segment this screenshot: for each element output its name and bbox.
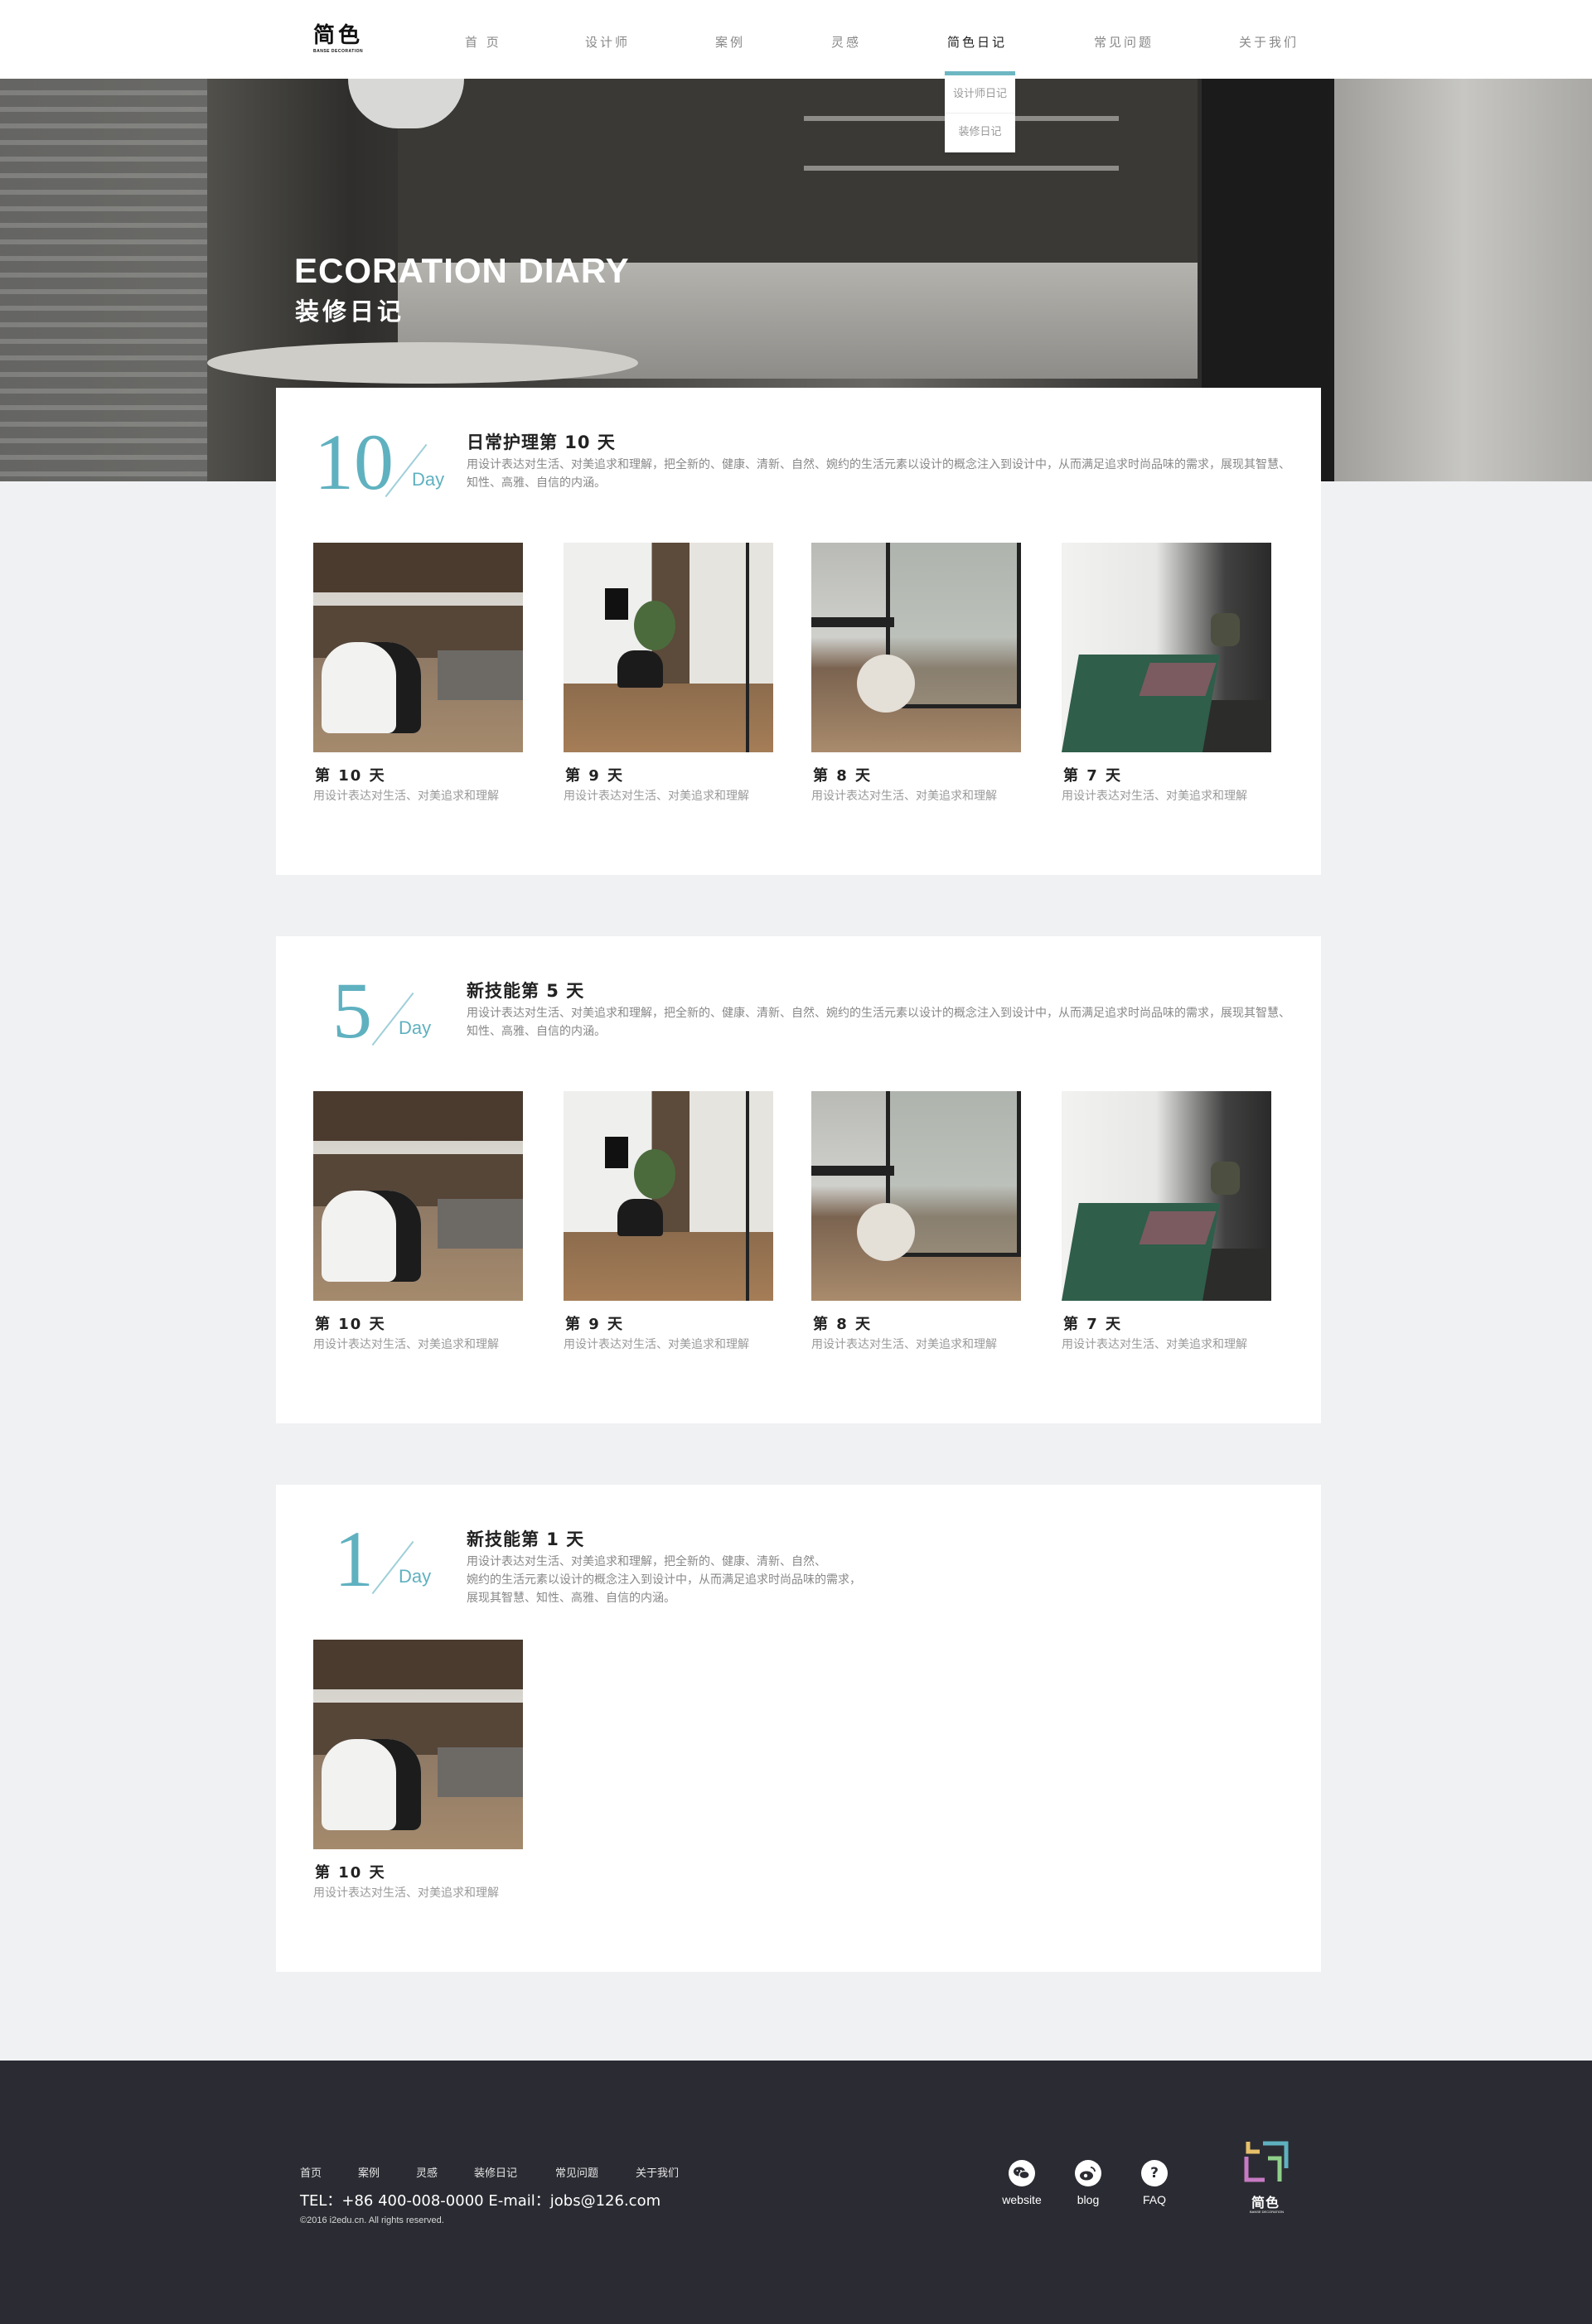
logo-text: 简色 xyxy=(313,23,364,48)
item-subtitle: 用设计表达对生活、对美追求和理解 xyxy=(811,1338,997,1351)
day-number: 5 xyxy=(332,966,372,1055)
living-room-image[interactable] xyxy=(313,1640,523,1849)
diary-card: 10 Day 日常护理第 10 天 用设计表达对生活、对美追求和理解，把全新的、… xyxy=(276,388,1321,875)
card-title: 新技能第 1 天 xyxy=(467,1529,585,1549)
footer-link-faq[interactable]: 常见问题 xyxy=(555,2164,598,2180)
item-subtitle: 用设计表达对生活、对美追求和理解 xyxy=(313,790,499,803)
item-subtitle: 用设计表达对生活、对美追求和理解 xyxy=(1062,1338,1247,1351)
footer-link-diary[interactable]: 装修日记 xyxy=(474,2164,517,2180)
social-label: website xyxy=(1002,2193,1042,2206)
footer-link-inspiration[interactable]: 灵感 xyxy=(416,2164,438,2180)
banner-title-cn: 装修日记 xyxy=(295,297,405,326)
description-line: 展现其智慧、知性、高雅、自信的内涵。 xyxy=(467,1592,675,1605)
social-blog[interactable]: blog xyxy=(1063,2160,1113,2206)
banner-title-en: ECORATION DIARY xyxy=(294,251,630,290)
social-faq[interactable]: ? FAQ xyxy=(1130,2160,1179,2206)
item-caption: 第 10 天 xyxy=(315,1316,386,1333)
contact-info: TEL：+86 400-008-0000 E-mail：jobs@126.com xyxy=(300,2192,661,2210)
banner-cabinet-decor xyxy=(398,79,1198,269)
diary-item[interactable]: 第 9 天 用设计表达对生活、对美追求和理解 xyxy=(564,1091,773,1352)
diary-item[interactable]: 第 10 天 用设计表达对生活、对美追求和理解 xyxy=(313,1640,523,1901)
item-subtitle: 用设计表达对生活、对美追求和理解 xyxy=(564,1338,749,1351)
hallway-image[interactable] xyxy=(564,543,773,752)
description-line: 婉约的生活元素以设计的概念注入到设计中，从而满足追求时尚品味的需求， xyxy=(467,1573,861,1587)
banner-window-decor xyxy=(0,79,207,481)
item-caption: 第 8 天 xyxy=(813,767,873,785)
study-image[interactable] xyxy=(811,1091,1021,1301)
hallway-image[interactable] xyxy=(564,1091,773,1301)
diary-item[interactable]: 第 7 天 用设计表达对生活、对美追求和理解 xyxy=(1062,1091,1271,1352)
logo-subtext: BANSE DECORATION xyxy=(313,49,364,54)
diary-card: 5 Day 新技能第 5 天 用设计表达对生活、对美追求和理解，把全新的、健康、… xyxy=(276,936,1321,1423)
bedroom-image[interactable] xyxy=(1062,1091,1271,1301)
social-website[interactable]: website xyxy=(997,2160,1047,2206)
dropdown-designer-diary[interactable]: 设计师日记 xyxy=(945,75,1015,113)
item-subtitle: 用设计表达对生活、对美追求和理解 xyxy=(1062,790,1247,803)
nav-about[interactable]: 关于我们 xyxy=(1239,33,1299,51)
item-caption: 第 10 天 xyxy=(315,1864,386,1882)
day-label: Day xyxy=(399,1017,432,1038)
item-caption: 第 9 天 xyxy=(565,1316,625,1333)
social-label: FAQ xyxy=(1142,2193,1166,2206)
card-title: 日常护理第 10 天 xyxy=(467,432,616,452)
day-label: Day xyxy=(412,469,445,490)
day-number: 10 xyxy=(314,418,394,506)
item-caption: 第 10 天 xyxy=(315,767,386,785)
site-footer: 首页 案例 灵感 装修日记 常见问题 关于我们 TEL：+86 400-008-… xyxy=(0,2061,1592,2324)
study-image[interactable] xyxy=(811,543,1021,752)
nav-faq[interactable]: 常见问题 xyxy=(1094,33,1154,51)
card-description: 用设计表达对生活、对美追求和理解，把全新的、健康、清新、自然、婉约的生活元素以设… xyxy=(467,458,1290,490)
item-subtitle: 用设计表达对生活、对美追求和理解 xyxy=(811,790,997,803)
diary-item[interactable]: 第 10 天 用设计表达对生活、对美追求和理解 xyxy=(313,1091,523,1352)
description-line: 用设计表达对生活、对美追求和理解，把全新的、健康、清新、自然、 xyxy=(467,1555,826,1568)
wechat-icon xyxy=(1009,2160,1035,2186)
item-caption: 第 7 天 xyxy=(1063,1316,1123,1333)
copyright: ©2016 i2edu.cn. All rights reserved. xyxy=(300,2215,444,2225)
card-title: 新技能第 5 天 xyxy=(467,981,585,1001)
diary-item[interactable]: 第 8 天 用设计表达对生活、对美追求和理解 xyxy=(811,543,1021,804)
diary-item[interactable]: 第 7 天 用设计表达对生活、对美追求和理解 xyxy=(1062,543,1271,804)
day-label: Day xyxy=(399,1566,432,1587)
banner-table-decor xyxy=(207,342,638,384)
footer-logo-mark xyxy=(1244,2141,1289,2182)
question-icon: ? xyxy=(1141,2160,1168,2186)
footer-link-cases[interactable]: 案例 xyxy=(358,2164,380,2180)
diary-dropdown: 设计师日记 装修日记 xyxy=(945,71,1015,152)
diary-card: 1 Day 新技能第 1 天 用设计表达对生活、对美追求和理解，把全新的、健康、… xyxy=(276,1485,1321,1972)
dropdown-decoration-diary[interactable]: 装修日记 xyxy=(945,113,1015,150)
living-room-image[interactable] xyxy=(313,543,523,752)
weibo-icon xyxy=(1075,2160,1101,2186)
card-description: 用设计表达对生活、对美追求和理解，把全新的、健康、清新、自然、 婉约的生活元素以… xyxy=(467,1553,1295,1607)
banner-fridge-decor xyxy=(1334,79,1592,481)
nav-cases[interactable]: 案例 xyxy=(715,33,745,51)
footer-logo[interactable]: 简色 BANSE DECORATION xyxy=(1240,2138,1293,2225)
diary-item[interactable]: 第 8 天 用设计表达对生活、对美追求和理解 xyxy=(811,1091,1021,1352)
item-caption: 第 7 天 xyxy=(1063,767,1123,785)
card-description: 用设计表达对生活、对美追求和理解，把全新的、健康、清新、自然、婉约的生活元素以设… xyxy=(467,1007,1290,1038)
site-logo[interactable]: 简色 BANSE DECORATION xyxy=(313,25,365,58)
item-subtitle: 用设计表达对生活、对美追求和理解 xyxy=(564,790,749,803)
nav-home[interactable]: 首 页 xyxy=(465,33,501,51)
item-caption: 第 9 天 xyxy=(565,767,625,785)
diary-item[interactable]: 第 10 天 用设计表达对生活、对美追求和理解 xyxy=(313,543,523,804)
footer-logo-subtext: BANSE DECORATION xyxy=(1250,2210,1285,2214)
item-subtitle: 用设计表达对生活、对美追求和理解 xyxy=(313,1887,499,1900)
site-header: 简色 BANSE DECORATION 首 页 设计师 案例 灵感 简色日记 常… xyxy=(0,0,1592,79)
footer-logo-text: 简色 xyxy=(1251,2195,1280,2210)
item-caption: 第 8 天 xyxy=(813,1316,873,1333)
diary-item[interactable]: 第 9 天 用设计表达对生活、对美追求和理解 xyxy=(564,543,773,804)
nav-diary[interactable]: 简色日记 xyxy=(947,33,1007,51)
footer-link-home[interactable]: 首页 xyxy=(300,2164,322,2180)
nav-designers[interactable]: 设计师 xyxy=(585,33,630,51)
item-subtitle: 用设计表达对生活、对美追求和理解 xyxy=(313,1338,499,1351)
banner-shelf xyxy=(804,166,1119,171)
living-room-image[interactable] xyxy=(313,1091,523,1301)
social-label: blog xyxy=(1077,2193,1100,2206)
day-number: 1 xyxy=(334,1515,374,1603)
bedroom-image[interactable] xyxy=(1062,543,1271,752)
nav-inspiration[interactable]: 灵感 xyxy=(831,33,861,51)
footer-link-about[interactable]: 关于我们 xyxy=(636,2164,679,2180)
